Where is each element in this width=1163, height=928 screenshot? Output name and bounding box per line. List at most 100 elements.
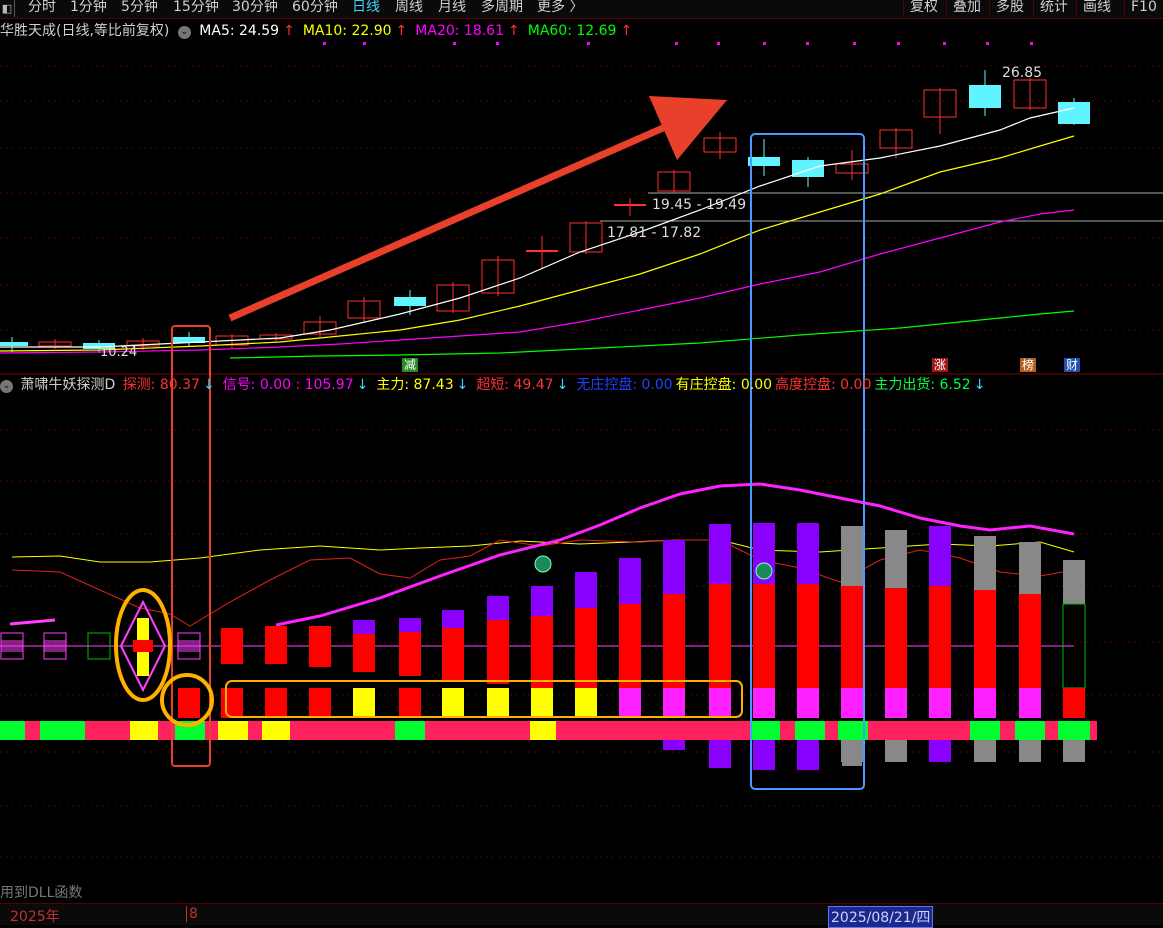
red-bar xyxy=(974,590,996,688)
signal-bar xyxy=(309,688,331,718)
magenta-bar xyxy=(974,688,996,718)
red-bar xyxy=(221,628,243,664)
magenta-bar xyxy=(709,688,731,718)
status-strip xyxy=(970,721,1000,740)
magenta-bar xyxy=(619,688,641,718)
signal-bar xyxy=(531,688,553,718)
stock-chart[interactable] xyxy=(0,0,1163,924)
red-bar xyxy=(1063,688,1085,718)
red-bar xyxy=(442,628,464,680)
candle-body xyxy=(394,297,426,306)
gray-bar xyxy=(1063,560,1085,604)
signal-bar xyxy=(442,688,464,718)
magenta-bar xyxy=(929,688,951,718)
time-axis: 2025年 8 2025/08/21/四 xyxy=(0,903,1163,928)
purple-bar xyxy=(709,524,731,584)
range-label-1: 19.45 - 19.49 xyxy=(652,197,747,213)
status-strip xyxy=(248,721,262,740)
red-bar xyxy=(399,632,421,676)
magenta-segment xyxy=(9,618,56,626)
magenta-bar xyxy=(1019,688,1041,718)
gray-bar xyxy=(929,526,951,586)
marker-reduce[interactable]: 减 xyxy=(402,358,419,372)
purple-bar xyxy=(353,620,375,634)
gray-bar-lower xyxy=(842,736,862,766)
indicator-item-7: 主力出货: 6.52 xyxy=(874,377,971,393)
marker-rank[interactable]: 榜 xyxy=(1020,358,1037,372)
indicator-arrow-2: ↓ xyxy=(456,377,469,393)
gray-bar xyxy=(885,530,907,588)
dropdown-icon[interactable]: ⌄ xyxy=(0,380,13,393)
marker-finance[interactable]: 财 xyxy=(1064,358,1081,372)
magenta-bar xyxy=(753,688,775,718)
signal-bar xyxy=(221,688,243,718)
indicator-item-6: 高度控盘: 0.00 xyxy=(775,377,872,393)
status-strip xyxy=(40,721,85,740)
candle-body xyxy=(0,342,28,346)
status-strip xyxy=(750,721,780,740)
red-bar xyxy=(575,608,597,688)
signal-dot xyxy=(897,42,900,45)
small-box-fill xyxy=(1,640,23,652)
indicator-item-3: 超短: 49.47 xyxy=(476,377,554,393)
purple-bar xyxy=(797,523,819,584)
signal-dot xyxy=(323,42,326,45)
indicator-arrow-3: ↓ xyxy=(556,377,569,393)
indicator-item-0: 探测: 80.37 xyxy=(122,377,200,393)
signal-bar xyxy=(353,688,375,718)
signal-dot xyxy=(453,42,456,45)
gray-bar xyxy=(841,526,863,586)
signal-bar xyxy=(265,688,287,718)
check-circle-icon xyxy=(755,562,773,580)
purple-bar xyxy=(663,540,685,594)
candle-body xyxy=(748,157,780,166)
ma-line-1 xyxy=(0,135,1075,352)
signal-dot xyxy=(943,42,946,45)
signal-dot xyxy=(496,42,499,45)
red-bar xyxy=(531,616,553,688)
gray-bar xyxy=(1019,542,1041,594)
indicator-item-1: 信号: 0.00 : 105.97 xyxy=(222,377,354,393)
status-strip xyxy=(290,721,395,740)
indicator-item-4: 无庄控盘: 0.00 xyxy=(576,377,673,393)
red-bar xyxy=(619,604,641,688)
status-strip xyxy=(218,721,248,740)
red-bar xyxy=(353,634,375,672)
status-strip xyxy=(795,721,825,740)
status-strip xyxy=(868,721,970,740)
status-strip xyxy=(425,721,530,740)
purple-bar xyxy=(442,610,464,628)
red-bar xyxy=(753,584,775,688)
signal-bar xyxy=(575,688,597,718)
indicator-arrow-1: ↓ xyxy=(356,377,369,393)
purple-bar xyxy=(575,572,597,608)
high-price-label: 26.85 xyxy=(1002,65,1043,81)
status-strip xyxy=(395,721,425,740)
trend-arrow xyxy=(228,96,728,322)
check-circle-icon xyxy=(534,555,552,573)
candle-body xyxy=(969,85,1001,108)
small-box-fill xyxy=(44,640,66,652)
marker-rise[interactable]: 涨 xyxy=(932,358,949,372)
signal-dot xyxy=(986,42,989,45)
signal-dot xyxy=(587,42,590,45)
purple-bar xyxy=(619,558,641,604)
red-bar xyxy=(1019,594,1041,688)
signal-dot xyxy=(853,42,856,45)
red-bar xyxy=(309,626,331,667)
status-strip xyxy=(130,721,158,740)
signal-dot xyxy=(806,42,809,45)
purple-bar-lower xyxy=(709,736,731,768)
selected-date[interactable]: 2025/08/21/四 xyxy=(828,906,934,928)
status-strip xyxy=(85,721,130,740)
status-strip xyxy=(25,721,40,740)
indicator-legend: 探测: 80.37 ↓ 信号: 0.00 : 105.97 ↓ 主力: 87.43 ↓ 超短… xyxy=(123,377,994,393)
ma-line-2 xyxy=(0,209,1075,354)
signal-dot xyxy=(717,42,720,45)
indicator-arrow-7: ↓ xyxy=(973,377,986,393)
year-label: 2025年 xyxy=(10,909,60,925)
status-strip xyxy=(1058,721,1090,740)
red-bar xyxy=(841,586,863,688)
status-strip xyxy=(205,721,218,740)
purple-bar xyxy=(531,586,553,616)
